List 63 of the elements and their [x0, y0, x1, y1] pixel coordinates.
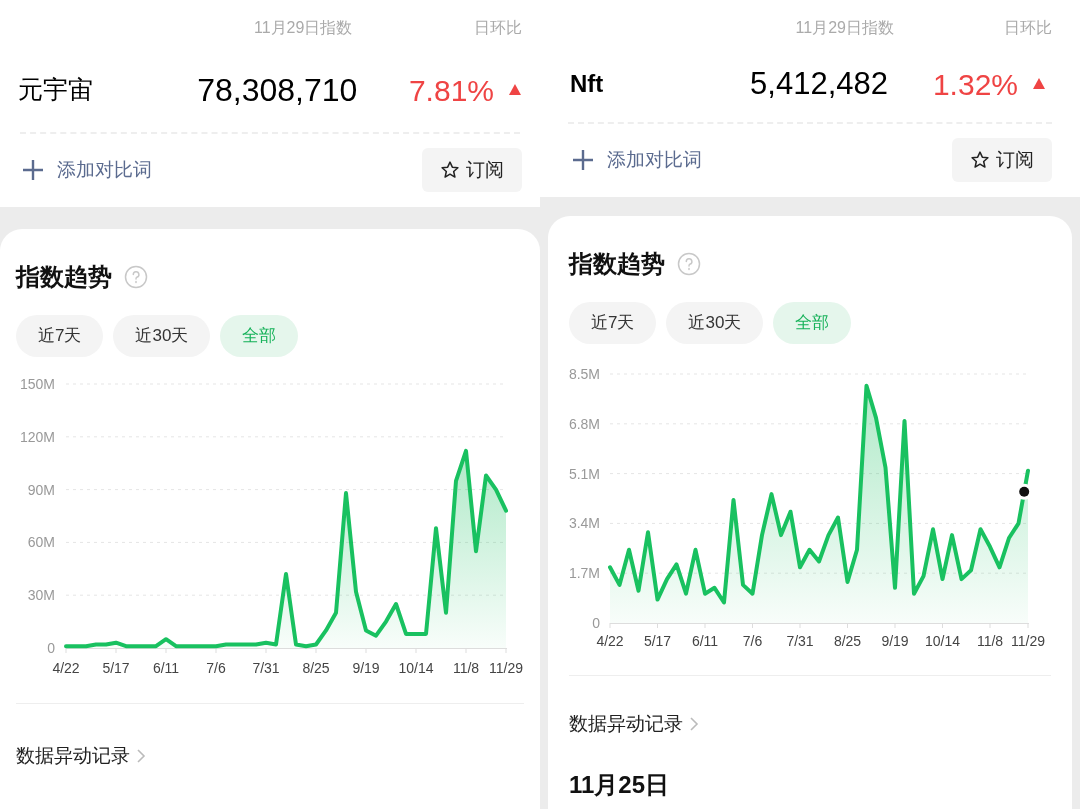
chevron-right-icon	[136, 748, 146, 765]
x-axis-label: 6/11	[691, 633, 719, 649]
y-axis-label: 1.7M	[568, 565, 600, 582]
x-axis-label: 5/17	[102, 660, 130, 676]
x-axis-label: 6/11	[152, 660, 180, 676]
x-axis-label: 11/29	[1011, 633, 1045, 649]
x-axis-label: 11/29	[489, 660, 523, 676]
section-title: 指数趋势	[16, 262, 112, 292]
y-axis-label: 0	[592, 615, 600, 631]
y-axis-label: 120M	[19, 428, 55, 445]
star-icon	[440, 160, 460, 180]
change-percent: 7.81%	[407, 72, 494, 109]
subscribe-button[interactable]: 订阅	[422, 148, 522, 192]
change-percent: 1.32%	[931, 66, 1018, 103]
help-icon	[677, 252, 701, 276]
anomaly-records-link[interactable]: 数据异动记录	[569, 710, 699, 739]
index-value: 5,412,482	[749, 64, 888, 103]
keyword-name: Nft	[569, 69, 605, 99]
x-axis-label: 7/6	[742, 633, 763, 649]
chevron-right-icon	[689, 716, 699, 733]
plus-icon	[572, 149, 594, 171]
keyword-name: 元宇宙	[18, 74, 94, 106]
y-axis-label: 8.5M	[568, 366, 600, 382]
x-axis-label: 7/6	[206, 660, 226, 676]
x-axis-label: 4/22	[52, 660, 80, 676]
change-label: 日环比	[474, 18, 522, 38]
add-compare-button[interactable]: 添加对比词	[18, 155, 152, 185]
y-axis-label: 90M	[27, 481, 55, 498]
x-axis-label: 9/19	[352, 660, 380, 676]
x-axis-label: 8/25	[302, 660, 330, 676]
index-date-label: 11月29日指数	[254, 18, 354, 38]
x-axis-label: 11/8	[976, 633, 1004, 649]
section-title: 指数趋势	[569, 249, 665, 279]
x-axis-label: 7/31	[786, 633, 814, 649]
x-axis-label: 10/14	[925, 633, 960, 649]
range-tab[interactable]: 近7天	[569, 302, 657, 344]
x-axis-label: 9/19	[881, 633, 909, 649]
star-icon	[970, 150, 990, 170]
y-axis-label: 6.8M	[568, 415, 600, 432]
y-axis-label: 0	[47, 640, 55, 656]
y-axis-label: 60M	[27, 534, 55, 551]
y-axis-label: 5.1M	[568, 465, 600, 482]
y-axis-label: 150M	[19, 376, 55, 392]
range-tab[interactable]: 近30天	[113, 315, 211, 357]
y-axis-label: 30M	[27, 587, 55, 604]
plus-icon	[22, 159, 44, 181]
x-axis-label: 5/17	[643, 633, 672, 649]
anomaly-records-link[interactable]: 数据异动记录	[16, 742, 146, 771]
range-tab[interactable]: 近7天	[16, 315, 104, 357]
x-axis-label: 10/14	[398, 660, 434, 676]
range-tab[interactable]: 近30天	[666, 302, 764, 344]
x-axis-label: 7/31	[252, 660, 280, 676]
change-label: 日环比	[1004, 18, 1052, 38]
record-date: 11月25日	[569, 769, 671, 800]
add-compare-button[interactable]: 添加对比词	[568, 145, 702, 175]
x-axis-label: 8/25	[833, 633, 862, 649]
index-date-label: 11月29日指数	[794, 18, 895, 38]
x-axis-label: 11/8	[452, 660, 480, 676]
x-axis-label: 4/22	[596, 633, 624, 649]
index-value: 78,308,710	[196, 71, 358, 110]
help-icon	[124, 265, 148, 289]
y-axis-label: 3.4M	[568, 515, 600, 532]
subscribe-button[interactable]: 订阅	[952, 138, 1052, 182]
